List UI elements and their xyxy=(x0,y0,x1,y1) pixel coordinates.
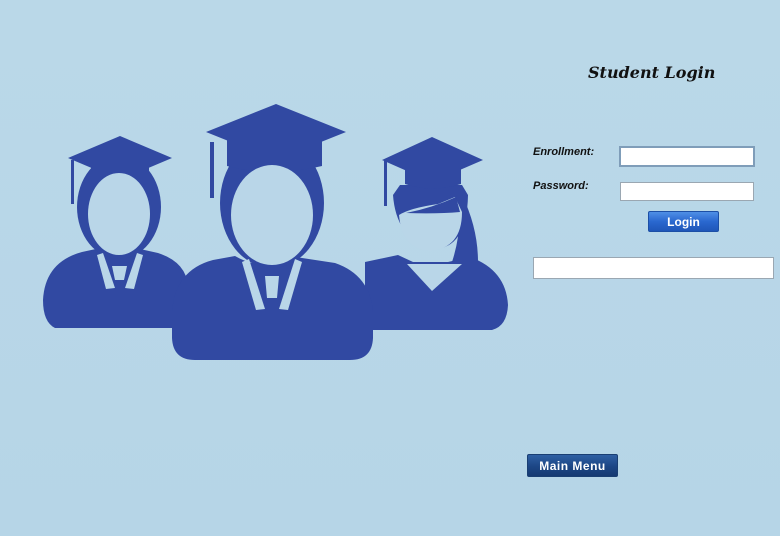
login-button[interactable]: Login xyxy=(648,211,719,232)
result-field xyxy=(533,257,774,279)
main-menu-button[interactable]: Main Menu xyxy=(527,454,618,477)
enrollment-label: Enrollment: xyxy=(533,146,595,158)
enrollment-input[interactable] xyxy=(619,146,755,167)
page-title: Student Login xyxy=(588,63,716,82)
graduates-illustration xyxy=(40,100,512,364)
password-label: Password: xyxy=(533,180,589,192)
graduates-group-icon xyxy=(43,104,508,360)
password-input[interactable] xyxy=(620,182,754,201)
